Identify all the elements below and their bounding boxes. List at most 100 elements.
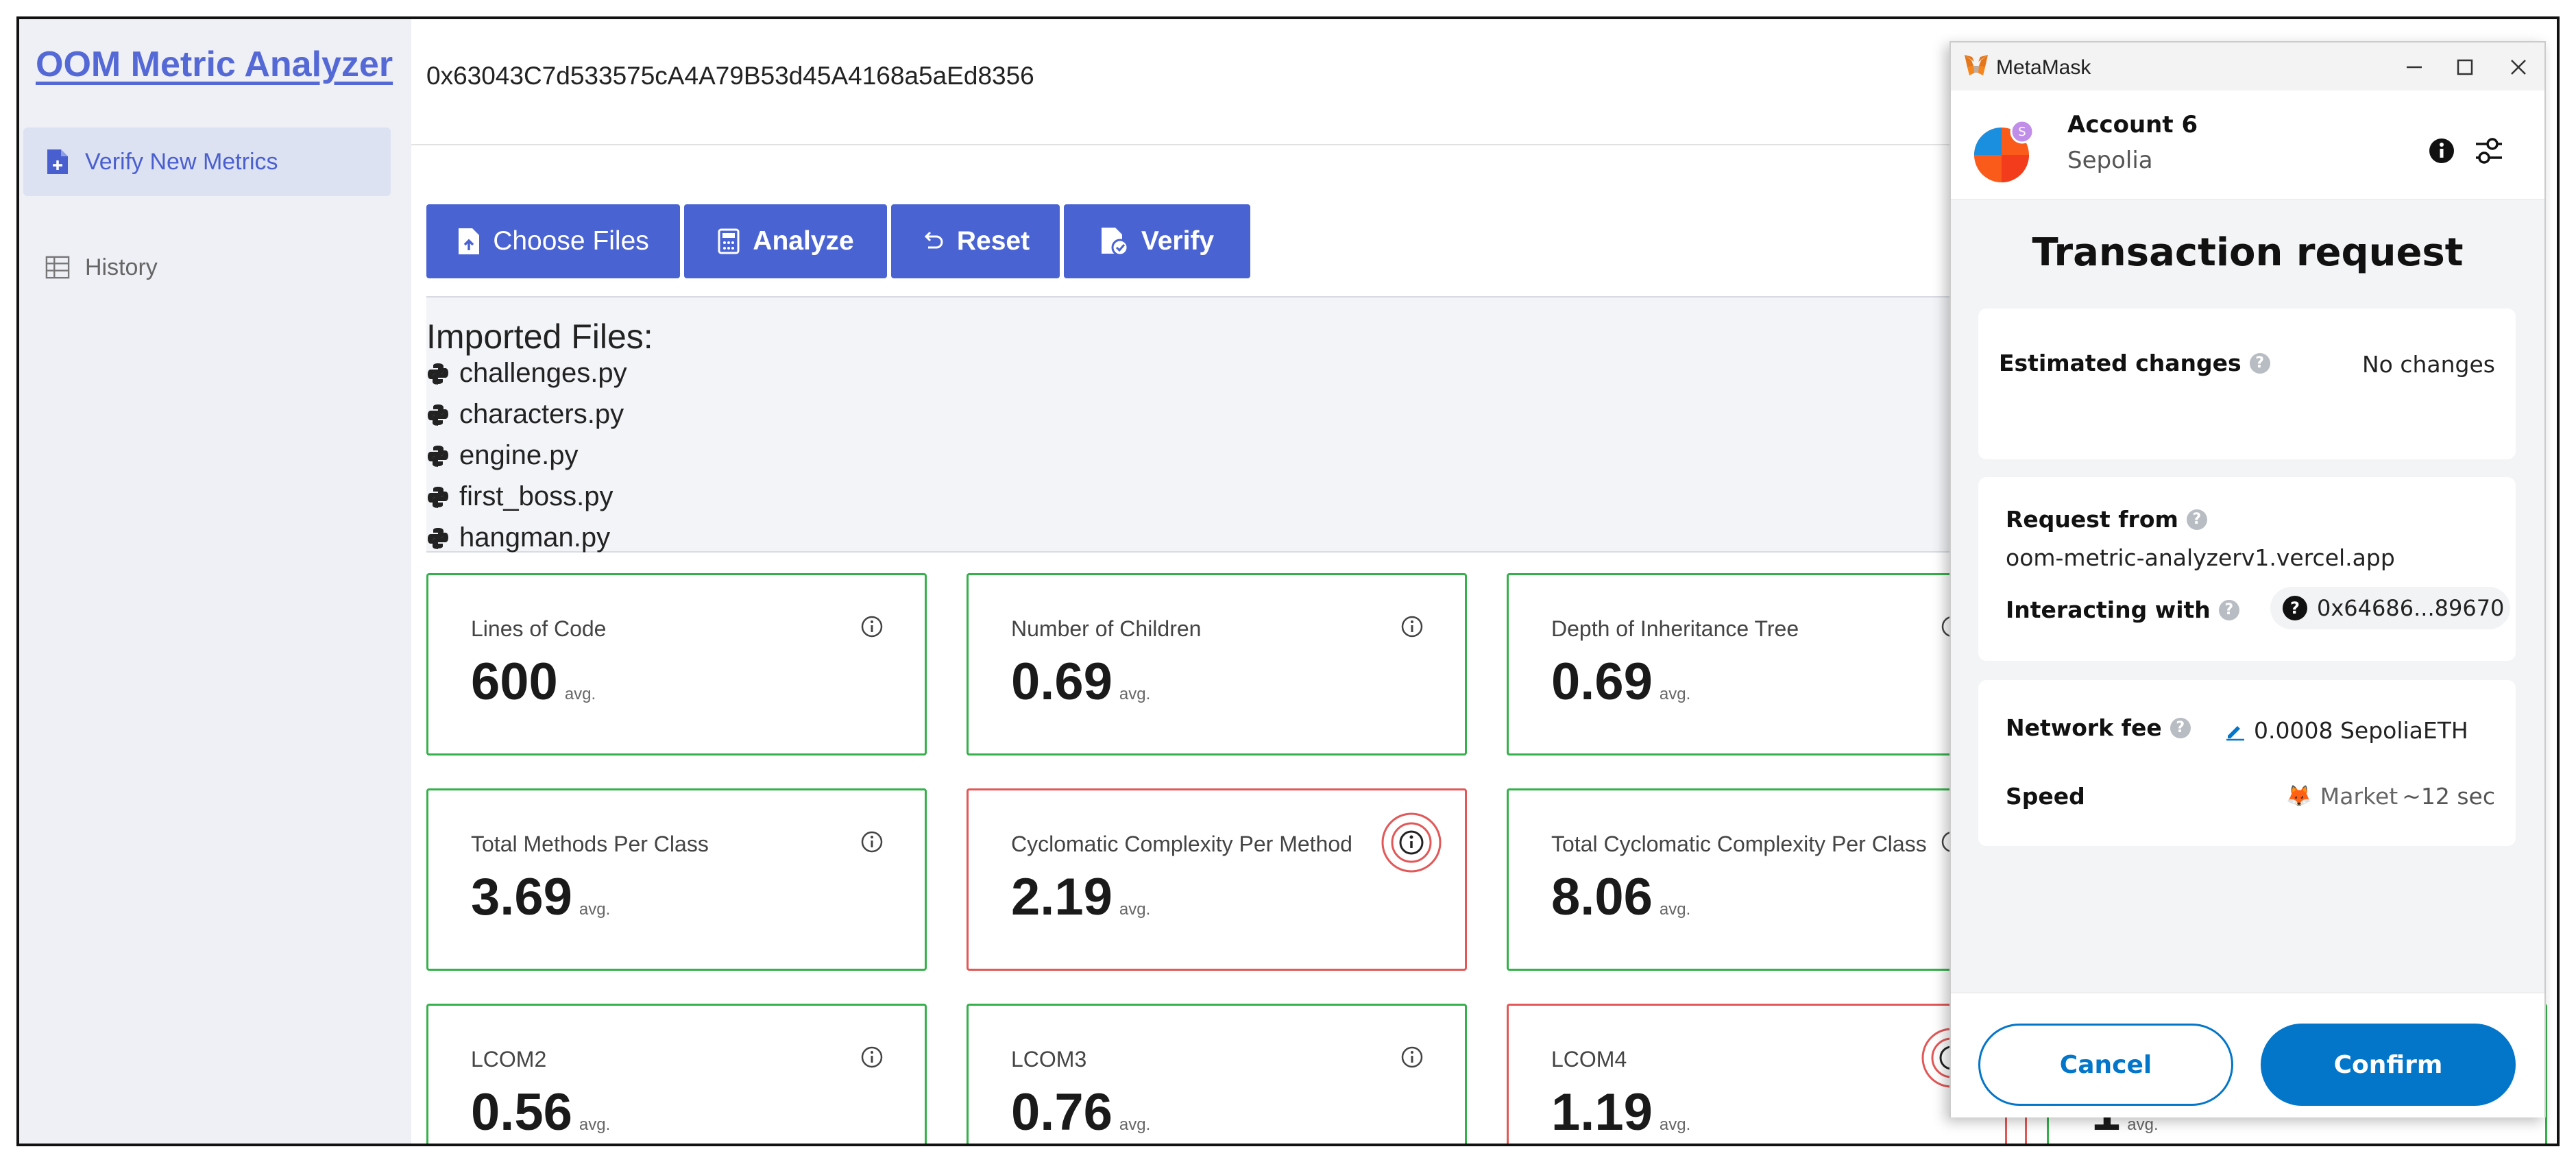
info-icon[interactable] <box>860 615 884 638</box>
confirm-button[interactable]: Confirm <box>2261 1024 2516 1106</box>
estimated-changes-label: Estimated changes? <box>1999 350 2270 376</box>
file-name: first_boss.py <box>459 481 613 511</box>
file-upload-icon <box>457 227 481 256</box>
metric-title: Lines of Code <box>471 616 607 641</box>
metric-card: LCOM2 0.56 avg. <box>426 1004 927 1144</box>
metric-title: LCOM4 <box>1551 1047 1627 1072</box>
metric-card: Total Cyclomatic Complexity Per Class 8.… <box>1507 788 2007 971</box>
interacting-with-label: Interacting with? <box>2006 596 2239 623</box>
action-footer: Cancel Confirm <box>1951 992 2544 1117</box>
sidebar-item-history[interactable]: History <box>23 233 391 302</box>
python-icon <box>426 485 450 509</box>
edit-pencil-icon <box>2225 721 2246 741</box>
reset-button[interactable]: Reset <box>891 204 1060 278</box>
info-icon[interactable] <box>1400 615 1424 638</box>
file-name: characters.py <box>459 399 624 429</box>
help-icon[interactable]: ? <box>2249 352 2270 374</box>
python-icon <box>426 362 450 385</box>
sidebar-item-label: Verify New Metrics <box>85 148 278 175</box>
svg-text:S: S <box>2018 125 2026 139</box>
info-icon[interactable] <box>860 830 884 854</box>
network-fee-label: Network fee? <box>2006 714 2191 741</box>
metric-card: Depth of Inheritance Tree 0.69 avg. <box>1507 573 2007 755</box>
file-item: engine.py <box>426 440 578 471</box>
reset-label: Reset <box>956 226 1030 256</box>
undo-icon <box>921 230 945 253</box>
metric-title: Number of Children <box>1011 616 1202 641</box>
info-icon[interactable] <box>860 1045 884 1069</box>
metric-title: Cyclomatic Complexity Per Method <box>1011 832 1352 856</box>
file-item: challenges.py <box>426 358 627 389</box>
request-from-label: Request from? <box>2006 506 2207 533</box>
question-icon: ? <box>2283 596 2307 620</box>
calculator-icon <box>717 228 740 255</box>
metric-title: LCOM3 <box>1011 1047 1087 1072</box>
metric-title: Depth of Inheritance Tree <box>1551 616 1799 641</box>
speed-value: 🦊 Market ~12 sec <box>2286 783 2495 810</box>
verify-button[interactable]: Verify <box>1064 204 1250 278</box>
file-name: challenges.py <box>459 358 627 388</box>
network-name: Sepolia <box>2067 147 2153 174</box>
metamask-titlebar: MetaMask <box>1951 43 2544 90</box>
brand-title[interactable]: OOM Metric Analyzer <box>36 44 393 85</box>
file-plus-icon <box>45 148 70 176</box>
metric-title: LCOM2 <box>471 1047 547 1072</box>
imported-files-title: Imported Files: <box>426 317 653 356</box>
python-icon <box>426 444 450 468</box>
sidebar-item-label: History <box>85 254 158 280</box>
metric-title: Total Cyclomatic Complexity Per Class <box>1551 832 1927 856</box>
settings-sliders-icon[interactable] <box>2473 136 2505 169</box>
help-icon[interactable]: ? <box>2218 599 2239 620</box>
metric-value: 2.19 avg. <box>1011 868 1151 926</box>
minimize-icon[interactable] <box>2399 52 2429 82</box>
screen: OOM Metric Analyzer Verify New Metrics H… <box>16 16 2560 1146</box>
cancel-button[interactable]: Cancel <box>1978 1024 2233 1106</box>
network-fee-card: Network fee? 0.0008 SepoliaETH Speed 🦊 M… <box>1978 680 2516 846</box>
metric-card: Lines of Code 600 avg. <box>426 573 927 755</box>
account-name[interactable]: Account 6 <box>2067 111 2198 138</box>
metric-value: 0.69 avg. <box>1011 653 1151 711</box>
metric-value: 0.69 avg. <box>1551 653 1691 711</box>
info-icon[interactable] <box>1380 811 1443 874</box>
metric-card: Total Methods Per Class 3.69 avg. <box>426 788 927 971</box>
contract-address: 0x64686...89670 <box>2317 595 2505 621</box>
network-fee-value[interactable]: 0.0008 SepoliaETH <box>2225 717 2468 744</box>
file-item: characters.py <box>426 399 624 430</box>
metric-value: 0.56 avg. <box>471 1083 611 1141</box>
help-icon[interactable]: ? <box>2186 509 2207 530</box>
choose-files-button[interactable]: Choose Files <box>426 204 680 278</box>
metric-card: Number of Children 0.69 avg. <box>967 573 1467 755</box>
file-name: engine.py <box>459 440 579 470</box>
python-icon <box>426 527 450 550</box>
python-icon <box>426 403 450 426</box>
file-name: hangman.py <box>459 522 611 553</box>
contract-address-pill[interactable]: ? 0x64686...89670 <box>2270 587 2510 629</box>
metric-card: Cyclomatic Complexity Per Method 2.19 avg… <box>967 788 1467 971</box>
metric-card: LCOM4 1.19 avg. <box>1507 1004 2007 1144</box>
sidebar-item-verify-new-metrics[interactable]: Verify New Metrics <box>23 128 391 196</box>
request-card: Request from? oom-metric-analyzerv1.verc… <box>1978 477 2516 661</box>
speed-label: Speed <box>2006 783 2085 810</box>
table-icon <box>45 254 70 281</box>
metric-value: 8.06 avg. <box>1551 868 1691 926</box>
metric-value: 3.69 avg. <box>471 868 611 926</box>
file-check-icon <box>1100 226 1129 256</box>
metric-value: 1.19 avg. <box>1551 1083 1691 1141</box>
info-icon[interactable] <box>1400 1045 1424 1069</box>
maximize-icon[interactable] <box>2450 52 2480 82</box>
file-item: hangman.py <box>426 522 610 553</box>
analyze-button[interactable]: Analyze <box>684 204 887 278</box>
divider <box>411 144 1988 145</box>
fox-icon: 🦊 <box>2286 784 2312 808</box>
analyze-label: Analyze <box>753 226 854 256</box>
sidebar: OOM Metric Analyzer Verify New Metrics H… <box>19 19 411 1144</box>
imported-files-panel: Imported Files: challenges.py characters… <box>426 296 2071 553</box>
metamask-fox-icon <box>1963 53 1989 81</box>
transaction-title: Transaction request <box>2032 230 2464 275</box>
close-icon[interactable] <box>2503 52 2534 82</box>
avatar[interactable]: S <box>1974 119 2037 186</box>
help-icon[interactable]: ? <box>2170 717 2191 738</box>
info-icon[interactable] <box>2428 137 2455 167</box>
verify-label: Verify <box>1141 226 1215 256</box>
metamask-window: MetaMask S Account 6 Sepolia Transaction… <box>1949 41 2546 1117</box>
